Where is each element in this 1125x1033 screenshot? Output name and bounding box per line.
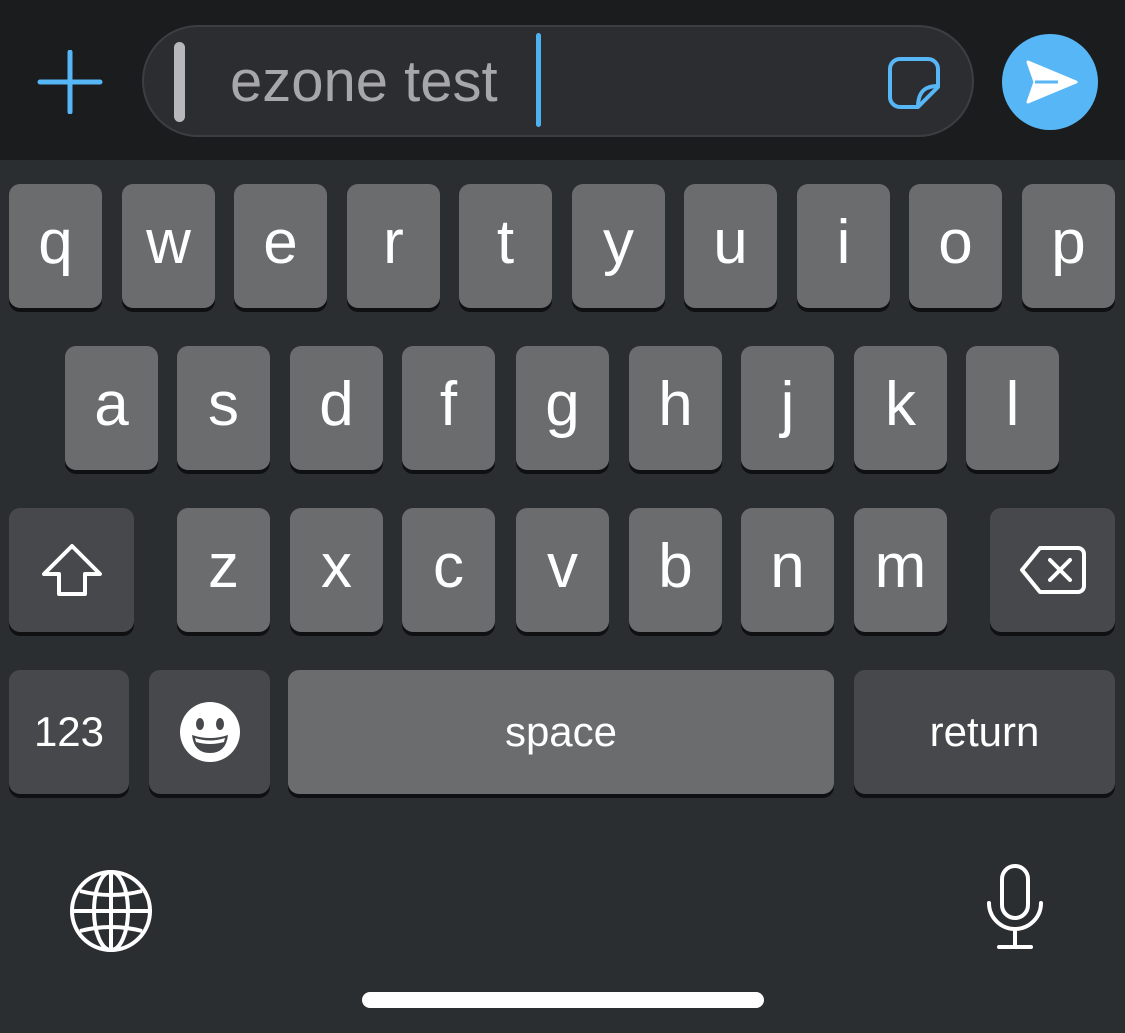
key-d[interactable]: d — [290, 346, 383, 470]
sticker-button[interactable] — [884, 53, 944, 113]
message-input[interactable]: ezone test — [142, 25, 974, 137]
message-text: ezone test — [230, 49, 498, 114]
key-label: c — [433, 532, 464, 601]
key-label: n — [770, 532, 805, 601]
key-s[interactable]: s — [177, 346, 270, 470]
key-label: d — [319, 370, 354, 439]
key-v[interactable]: v — [516, 508, 609, 632]
key-label: w — [146, 208, 191, 277]
keyboard: q w e r t y u i o p a s d f g h j k l z … — [0, 160, 1125, 1033]
key-label: f — [439, 370, 458, 439]
compose-bar: ezone test — [0, 0, 1125, 160]
home-indicator[interactable] — [362, 992, 764, 1008]
key-label: m — [874, 532, 927, 601]
key-h[interactable]: h — [629, 346, 722, 470]
key-label: a — [94, 370, 129, 439]
space-key[interactable]: space — [288, 670, 834, 794]
key-n[interactable]: n — [741, 508, 834, 632]
attach-plus-button[interactable] — [36, 50, 104, 114]
shift-arrow-icon — [41, 544, 102, 596]
key-u[interactable]: u — [684, 184, 777, 308]
key-r[interactable]: r — [347, 184, 440, 308]
key-l[interactable]: l — [966, 346, 1059, 470]
key-label: q — [38, 208, 73, 277]
send-button[interactable] — [1002, 34, 1098, 130]
dictation-button[interactable] — [983, 863, 1047, 953]
key-g[interactable]: g — [516, 346, 609, 470]
key-o[interactable]: o — [909, 184, 1002, 308]
key-label: e — [263, 208, 298, 277]
text-cursor — [536, 33, 541, 127]
return-key-label: return — [929, 708, 1040, 755]
key-label: i — [836, 208, 851, 277]
key-label: b — [658, 532, 693, 601]
key-label: o — [938, 208, 973, 277]
key-c[interactable]: c — [402, 508, 495, 632]
emoji-smiley-icon — [179, 702, 240, 762]
key-label: y — [603, 208, 634, 277]
key-label: u — [713, 208, 748, 277]
backspace-icon — [1019, 546, 1086, 594]
space-key-label: space — [504, 708, 618, 755]
key-label: v — [547, 532, 578, 601]
key-label: s — [208, 370, 239, 439]
microphone-icon — [987, 864, 1043, 949]
key-p[interactable]: p — [1022, 184, 1115, 308]
key-w[interactable]: w — [122, 184, 215, 308]
key-label: h — [658, 370, 693, 439]
key-label: r — [383, 208, 404, 277]
delete-key[interactable] — [990, 508, 1115, 632]
return-key[interactable]: return — [854, 670, 1115, 794]
key-label: x — [321, 532, 352, 601]
globe-button[interactable] — [68, 868, 154, 954]
key-label: j — [780, 370, 795, 439]
plus-icon — [37, 50, 103, 114]
key-x[interactable]: x — [290, 508, 383, 632]
key-label: p — [1051, 208, 1086, 277]
key-label: l — [1005, 370, 1020, 439]
key-y[interactable]: y — [572, 184, 665, 308]
key-label: k — [885, 370, 916, 439]
numbers-key-label: 123 — [33, 708, 105, 755]
key-b[interactable]: b — [629, 508, 722, 632]
key-i[interactable]: i — [797, 184, 890, 308]
key-q[interactable]: q — [9, 184, 102, 308]
send-arrow-icon — [1026, 60, 1078, 104]
key-label: z — [208, 532, 239, 601]
shift-key[interactable] — [9, 508, 134, 632]
key-f[interactable]: f — [402, 346, 495, 470]
key-t[interactable]: t — [459, 184, 552, 308]
numbers-key[interactable]: 123 — [9, 670, 129, 794]
key-a[interactable]: a — [65, 346, 158, 470]
sticker-icon — [888, 57, 940, 109]
emoji-key[interactable] — [149, 670, 270, 794]
key-z[interactable]: z — [177, 508, 270, 632]
key-label: g — [545, 370, 580, 439]
key-e[interactable]: e — [234, 184, 327, 308]
globe-icon — [70, 870, 152, 952]
key-label: t — [496, 208, 515, 277]
key-j[interactable]: j — [741, 346, 834, 470]
selection-handle[interactable] — [174, 42, 185, 122]
key-m[interactable]: m — [854, 508, 947, 632]
key-k[interactable]: k — [854, 346, 947, 470]
